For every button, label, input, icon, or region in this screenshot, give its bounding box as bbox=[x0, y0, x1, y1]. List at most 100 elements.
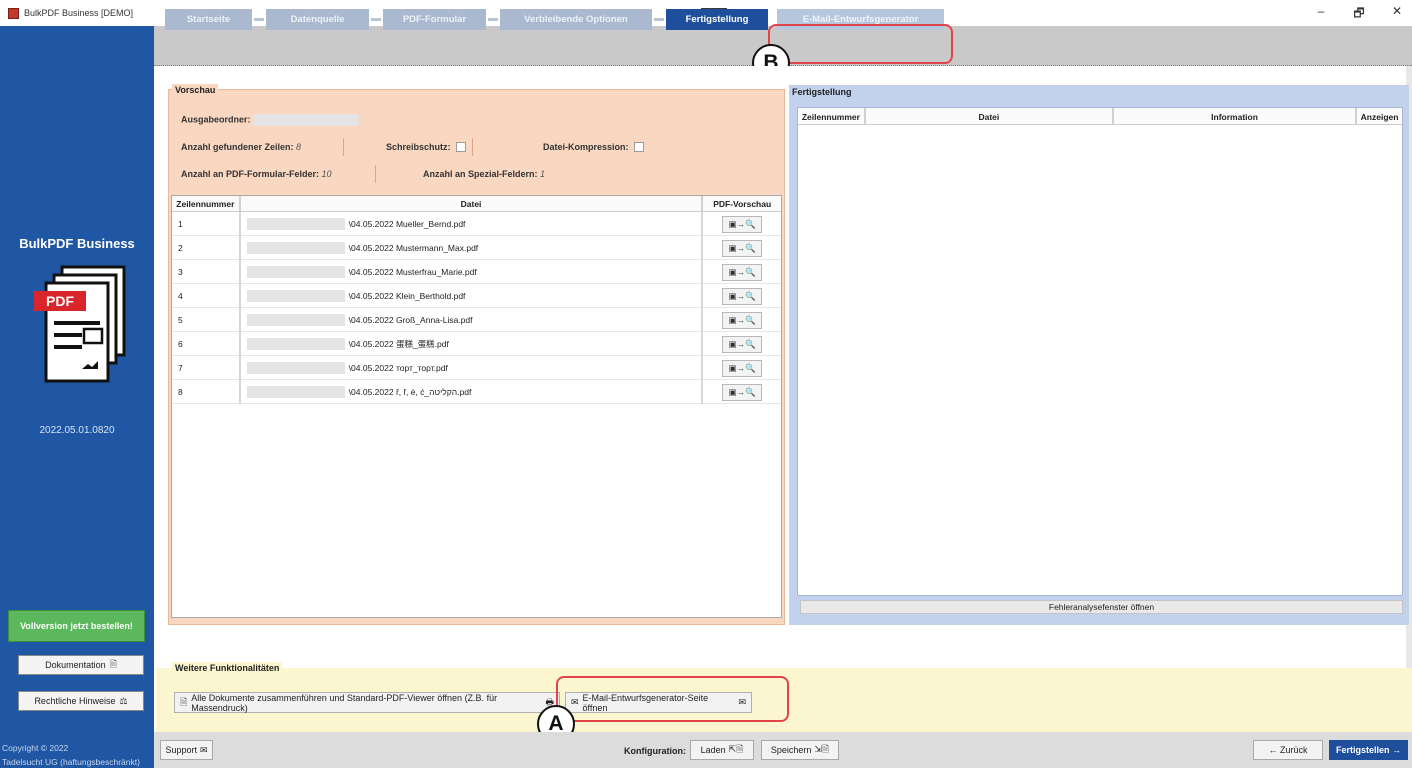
step-pdf-form[interactable]: PDF-Formular bbox=[383, 9, 486, 30]
row-number: 7 bbox=[172, 356, 241, 380]
form-fields-row: Anzahl an PDF-Formular-Felder: 10 bbox=[181, 169, 332, 179]
table-row[interactable]: 7 \04.05.2022 торт_торт.pdf ▣→🔍 bbox=[172, 356, 781, 380]
write-protect-row: Schreibschutz: bbox=[386, 142, 467, 152]
minimize-button[interactable]: – bbox=[1312, 4, 1330, 25]
info-separator bbox=[375, 165, 376, 183]
close-button[interactable]: ✕ bbox=[1388, 4, 1406, 25]
column-header-pdf-preview[interactable]: PDF-Vorschau bbox=[703, 196, 781, 212]
open-error-analysis-button[interactable]: Fehleranalysefenster öffnen bbox=[800, 600, 1403, 614]
compression-label: Datei-Kompression: bbox=[543, 142, 629, 152]
file-cell: \04.05.2022 Groß_Anna-Lisa.pdf bbox=[241, 308, 704, 332]
file-cell: \04.05.2022 Musterfrau_Marie.pdf bbox=[241, 260, 704, 284]
table-row[interactable]: 3 \04.05.2022 Musterfrau_Marie.pdf ▣→🔍 bbox=[172, 260, 781, 284]
window-title: BulkPDF Business [DEMO] bbox=[24, 8, 134, 18]
file-cell: \04.05.2022 Klein_Berthold.pdf bbox=[241, 284, 704, 308]
maximize-button[interactable]: 🗗 bbox=[1350, 4, 1368, 25]
load-label: Laden bbox=[700, 745, 726, 755]
configuration-label: Konfiguration: bbox=[624, 746, 686, 756]
merge-documents-button[interactable]: 🗎 Alle Dokumente zusammenführen und Stan… bbox=[174, 692, 560, 713]
load-config-button[interactable]: Laden ⇱🗎 bbox=[690, 740, 754, 760]
documentation-button[interactable]: Dokumentation 🗎 bbox=[18, 655, 144, 675]
path-redacted bbox=[246, 242, 345, 254]
table-row[interactable]: 2 \04.05.2022 Mustermann_Max.pdf ▣→🔍 bbox=[172, 236, 781, 260]
pdf-preview-button[interactable]: ▣→🔍 bbox=[722, 239, 763, 257]
finish-button[interactable]: Fertigstellen → bbox=[1329, 740, 1408, 760]
output-folder-value-redacted bbox=[253, 114, 360, 126]
pdf-preview-button[interactable]: ▣→🔍 bbox=[722, 263, 763, 281]
column-header-file[interactable]: Datei bbox=[866, 108, 1114, 125]
pdf-preview-button[interactable]: ▣→🔍 bbox=[722, 359, 763, 377]
support-button[interactable]: Support ✉ bbox=[160, 740, 213, 760]
preview-cell: ▣→🔍 bbox=[703, 260, 781, 284]
pdf-preview-button[interactable]: ▣→🔍 bbox=[722, 311, 763, 329]
row-number: 6 bbox=[172, 332, 241, 356]
app-icon bbox=[8, 7, 19, 19]
table-row[interactable]: 6 \04.05.2022 蛋糕_蛋糕.pdf ▣→🔍 bbox=[172, 332, 781, 356]
preview-table: Zeilennummer Datei PDF-Vorschau 1 \04.05… bbox=[171, 195, 782, 618]
pdf-preview-button[interactable]: ▣→🔍 bbox=[722, 287, 763, 305]
path-redacted bbox=[246, 362, 345, 374]
legal-notes-button[interactable]: Rechtliche Hinweise ⚖ bbox=[18, 691, 144, 711]
table-row[interactable]: 5 \04.05.2022 Groß_Anna-Lisa.pdf ▣→🔍 bbox=[172, 308, 781, 332]
row-number: 1 bbox=[172, 212, 241, 236]
further-functions-title: Weitere Funktionalitäten bbox=[172, 662, 283, 674]
highlight-email-button bbox=[556, 676, 789, 722]
compression-checkbox[interactable] bbox=[634, 142, 645, 152]
table-row[interactable]: 4 \04.05.2022 Klein_Berthold.pdf ▣→🔍 bbox=[172, 284, 781, 308]
column-header-information[interactable]: Information bbox=[1114, 108, 1358, 125]
file-name: \04.05.2022 Mueller_Bernd.pdf bbox=[348, 219, 466, 229]
rows-found-label: Anzahl gefundener Zeilen: bbox=[181, 142, 294, 152]
compression-row: Datei-Kompression: bbox=[543, 142, 645, 152]
column-header-row-number[interactable]: Zeilennummer bbox=[172, 196, 241, 212]
step-finish[interactable]: Fertigstellung bbox=[666, 9, 768, 30]
path-redacted bbox=[246, 386, 345, 398]
copyright-line-1: Copyright © 2022 bbox=[2, 743, 69, 753]
special-fields-label: Anzahl an Spezial-Feldern: bbox=[423, 169, 538, 179]
rows-found-row: Anzahl gefundener Zeilen: 8 bbox=[181, 142, 301, 152]
back-button[interactable]: ← Zurück bbox=[1253, 740, 1323, 760]
path-redacted bbox=[246, 218, 345, 230]
save-label: Speichern bbox=[770, 745, 812, 755]
step-separator bbox=[654, 18, 664, 21]
rows-found-value: 8 bbox=[296, 142, 302, 152]
mail-icon: ✉ bbox=[199, 744, 208, 755]
document-icon: 🗎 bbox=[180, 696, 188, 707]
step-remaining-options[interactable]: Verbleibende Optionen bbox=[500, 9, 652, 30]
column-header-show[interactable]: Anzeigen bbox=[1357, 108, 1402, 125]
file-name: \04.05.2022 Klein_Berthold.pdf bbox=[348, 291, 466, 301]
column-header-file[interactable]: Datei bbox=[241, 196, 704, 212]
pdf-preview-button[interactable]: ▣→🔍 bbox=[722, 335, 763, 353]
pdf-badge-label: PDF bbox=[46, 293, 74, 309]
write-protect-checkbox[interactable] bbox=[456, 142, 467, 152]
table-row[interactable]: 8 \04.05.2022 ř, ľ, ė, ć_הקליטה.pdf ▣→🔍 bbox=[172, 380, 781, 404]
order-full-version-button[interactable]: Vollversion jetzt bestellen! bbox=[8, 610, 145, 642]
step-data-source[interactable]: Datenquelle bbox=[266, 9, 369, 30]
pdf-preview-button[interactable]: ▣→🔍 bbox=[722, 383, 763, 401]
column-header-row-number[interactable]: Zeilennummer bbox=[798, 108, 866, 125]
preview-table-header: Zeilennummer Datei PDF-Vorschau bbox=[172, 196, 781, 212]
save-icon: ⇲🗎 bbox=[814, 744, 830, 754]
preview-title: Vorschau bbox=[172, 84, 219, 96]
preview-cell: ▣→🔍 bbox=[703, 356, 781, 380]
preview-cell: ▣→🔍 bbox=[703, 332, 781, 356]
path-redacted bbox=[246, 314, 345, 326]
pdf-preview-button[interactable]: ▣→🔍 bbox=[722, 215, 763, 233]
file-cell: \04.05.2022 ř, ľ, ė, ć_הקליטה.pdf bbox=[241, 380, 704, 404]
table-row[interactable]: 1 \04.05.2022 Mueller_Bernd.pdf ▣→🔍 bbox=[172, 212, 781, 236]
row-number: 8 bbox=[172, 380, 241, 404]
finish-results-table: Zeilennummer Datei Information Anzeigen bbox=[797, 107, 1403, 596]
file-name: \04.05.2022 Groß_Anna-Lisa.pdf bbox=[348, 315, 473, 325]
info-separator bbox=[343, 138, 344, 156]
step-start[interactable]: Startseite bbox=[165, 9, 252, 30]
merge-documents-label: Alle Dokumente zusammenführen und Standa… bbox=[191, 692, 498, 713]
form-fields-value: 10 bbox=[321, 169, 332, 179]
row-number: 4 bbox=[172, 284, 241, 308]
file-name: \04.05.2022 Musterfrau_Marie.pdf bbox=[348, 267, 477, 277]
path-redacted bbox=[246, 338, 345, 350]
brand-title: BulkPDF Business bbox=[19, 236, 135, 251]
output-folder-label: Ausgabeordner: bbox=[181, 114, 251, 125]
file-name: \04.05.2022 蛋糕_蛋糕.pdf bbox=[348, 339, 449, 349]
special-fields-value: 1 bbox=[540, 169, 546, 179]
highlight-email-step bbox=[768, 24, 953, 64]
save-config-button[interactable]: Speichern ⇲🗎 bbox=[761, 740, 839, 760]
